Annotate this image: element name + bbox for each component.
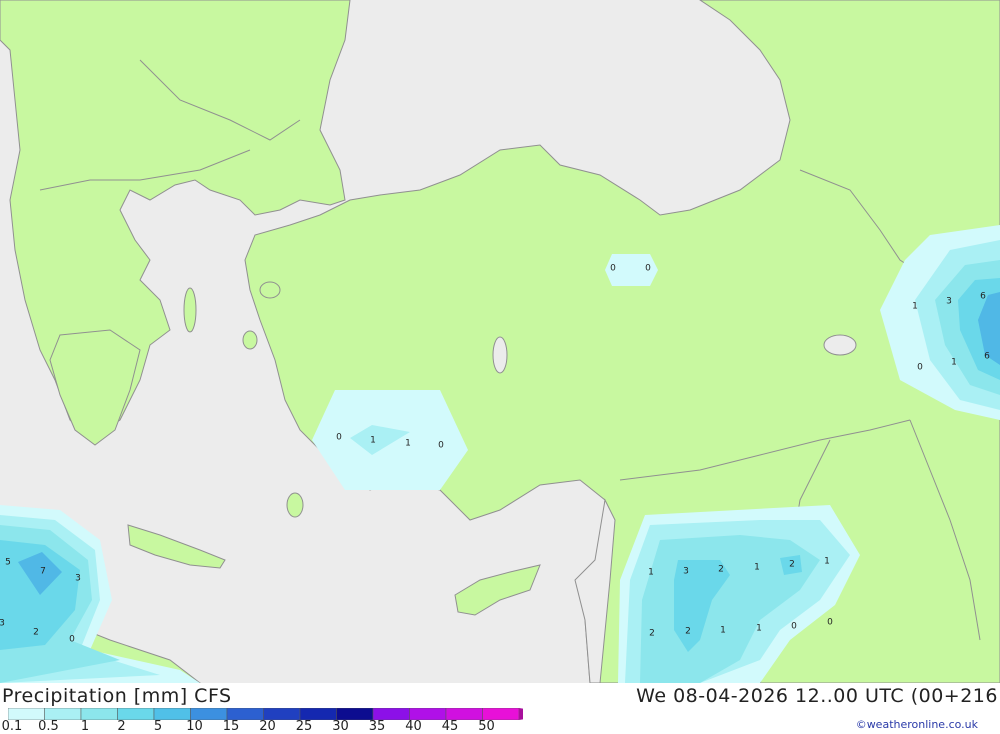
precip-value-label: 7	[40, 567, 46, 577]
precip-value-label: 1	[912, 302, 918, 312]
precip-value-label: 6	[980, 292, 986, 302]
precip-value-label: 1	[756, 624, 762, 634]
forecast-datetime: We 08-04-2026 12..00 UTC (00+216	[636, 685, 998, 707]
precip-value-label: 0	[645, 264, 651, 274]
precip-value-label: 2	[789, 560, 795, 570]
colorbar-tick-label: 2	[117, 719, 126, 734]
colorbar-tick-label: 1	[80, 719, 90, 734]
precip-value-label: 0	[827, 618, 833, 628]
precip-value-label: 3	[0, 619, 5, 629]
precip-value-label: 3	[946, 297, 952, 307]
colorbar-tick-label: 0.1	[1, 719, 23, 734]
map-legend: Precipitation [mm] CFS We 08-04-2026 12.…	[0, 683, 1000, 734]
precip-value-label: 3	[75, 574, 81, 584]
colorbar-tick-label: 5	[153, 719, 163, 734]
precip-value-label: 2	[649, 629, 655, 639]
colorbar-tick-label: 40	[405, 719, 422, 734]
precip-value-label: 1	[720, 626, 726, 636]
precip-value-label: 1	[951, 358, 957, 368]
colorbar-tick-label: 25	[295, 719, 313, 734]
lake-tuz	[492, 336, 508, 374]
precip-value-label: 0	[610, 264, 616, 274]
colorbar-tick-label: 10	[186, 719, 203, 734]
colorbar-tick-label: 45	[441, 719, 459, 734]
precip-value-label: 2	[685, 627, 691, 637]
colorbar-arrow	[519, 708, 523, 720]
colorbar-tick-label: 15	[222, 719, 240, 734]
rhodes-island	[286, 492, 304, 518]
precip-value-label: 5	[5, 558, 11, 568]
precip-value-label: 1	[824, 557, 830, 567]
chios-island	[242, 330, 258, 350]
precipitation-map: 0 0 0 1 1 0 1 3 6 0 1 6 1 3 2 1 2 1 2 2 …	[0, 0, 1000, 683]
precip-value-label: 0	[336, 433, 342, 443]
precip-value-label: 0	[438, 441, 444, 451]
precip-value-label: 0	[917, 363, 923, 373]
precip-value-label: 6	[984, 352, 990, 362]
precip-value-label: 1	[648, 568, 654, 578]
precip-value-label: 2	[718, 565, 724, 575]
credit-link[interactable]: ©weatheronline.co.uk	[856, 718, 978, 731]
precip-value-label: 0	[791, 622, 797, 632]
colorbar-tick-label: 30	[332, 719, 349, 734]
precip-value-label: 1	[754, 563, 760, 573]
colorbar-tick-label: 50	[478, 719, 495, 734]
precip-value-label: 1	[405, 439, 411, 449]
legend-title: Precipitation [mm] CFS	[2, 685, 232, 707]
lake-van	[823, 334, 857, 356]
colorbar-tick-label: 0.5	[38, 719, 59, 734]
precip-value-label: 1	[370, 436, 376, 446]
euboea-island	[183, 287, 197, 333]
lesbos-island	[259, 281, 281, 299]
colorbar-tick-label: 20	[259, 719, 276, 734]
precip-value-label: 3	[683, 567, 689, 577]
precip-value-label: 0	[69, 635, 75, 645]
colorbar-tick-label: 35	[368, 719, 386, 734]
precip-value-label: 2	[33, 628, 39, 638]
